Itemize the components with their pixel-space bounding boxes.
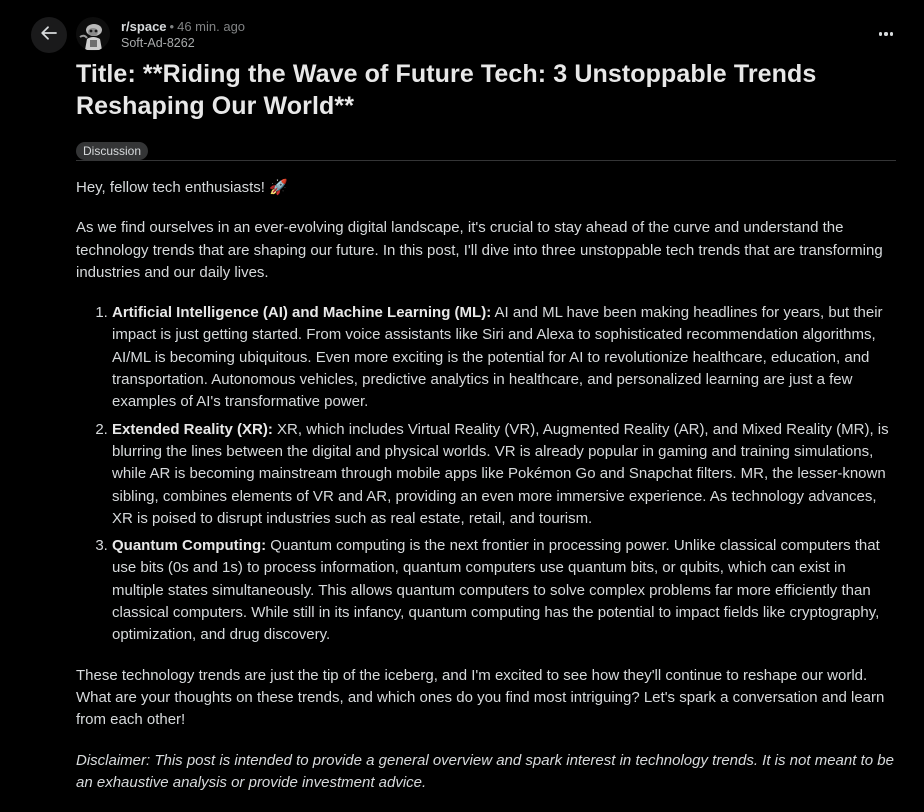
more-options-button[interactable] bbox=[876, 25, 896, 43]
post-title: Title: **Riding the Wave of Future Tech:… bbox=[76, 60, 817, 120]
closing-paragraph: These technology trends are just the tip… bbox=[76, 666, 885, 729]
greeting-paragraph: Hey, fellow tech enthusiasts! 🚀 bbox=[76, 179, 288, 196]
post-flair[interactable]: Discussion bbox=[76, 142, 149, 160]
post-time: 46 min. ago bbox=[177, 19, 246, 34]
trend-item: Artificial Intelligence (AI) and Machine… bbox=[112, 302, 898, 413]
post-body: Hey, fellow tech enthusiasts! 🚀 As we fi… bbox=[76, 177, 898, 812]
disclaimer-paragraph: Disclaimer: This post is intended to pro… bbox=[76, 750, 898, 795]
trend-list: Artificial Intelligence (AI) and Machine… bbox=[76, 302, 898, 646]
subreddit-link[interactable]: r/space bbox=[121, 19, 167, 34]
post-meta: r/space • 46 min. ago Soft-Ad-8262 bbox=[121, 18, 245, 52]
subreddit-avatar[interactable] bbox=[76, 17, 110, 51]
trend-heading: Quantum Computing: bbox=[112, 537, 267, 555]
trend-heading: Artificial Intelligence (AI) and Machine… bbox=[112, 304, 492, 322]
back-button[interactable] bbox=[31, 17, 67, 53]
ellipsis-icon bbox=[877, 32, 894, 36]
trend-item: Extended Reality (XR): XR, which include… bbox=[112, 419, 898, 530]
trend-item: Quantum Computing: Quantum computing is … bbox=[112, 535, 898, 646]
arrow-left-icon bbox=[39, 23, 59, 48]
disclaimer-text: Disclaimer: This post is intended to pro… bbox=[76, 751, 894, 791]
meta-separator: • bbox=[169, 19, 175, 34]
author-link[interactable]: Soft-Ad-8262 bbox=[121, 35, 245, 52]
divider bbox=[76, 160, 896, 161]
trend-heading: Extended Reality (XR): bbox=[112, 420, 273, 438]
intro-paragraph: As we find ourselves in an ever-evolving… bbox=[76, 219, 883, 281]
